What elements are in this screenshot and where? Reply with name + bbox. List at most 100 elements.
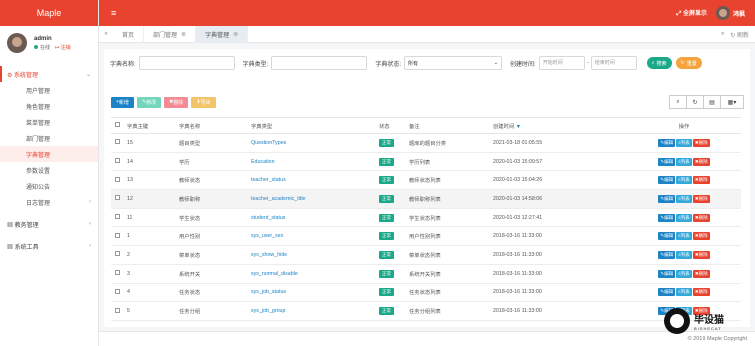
select-all-checkbox[interactable] bbox=[115, 122, 120, 127]
col-dict-id[interactable]: 字典主键 bbox=[127, 117, 179, 134]
cell-type-link[interactable]: QuestionTypes bbox=[251, 133, 379, 153]
cell-type-link[interactable]: sys_show_hide bbox=[251, 245, 379, 265]
row-checkbox[interactable] bbox=[115, 307, 120, 313]
cell-type-link[interactable]: sys_job_group bbox=[251, 301, 379, 321]
row-edit-button[interactable]: ✎编辑 bbox=[658, 213, 676, 222]
dict-type-input[interactable] bbox=[271, 56, 368, 70]
close-icon[interactable]: ⊗ bbox=[233, 31, 238, 38]
dict-status-select[interactable]: 所有 ⌄ bbox=[404, 56, 503, 70]
sidebar-item-users[interactable]: 用户管理 bbox=[0, 82, 98, 98]
cell-type-link[interactable]: student_status bbox=[251, 208, 379, 228]
row-edit-button[interactable]: ✎编辑 bbox=[658, 194, 676, 203]
row-delete-button[interactable]: ✖删除 bbox=[692, 269, 710, 278]
row-delete-button[interactable]: ✖删除 bbox=[692, 213, 710, 222]
fullscreen-button[interactable]: ⤢ 全屏显示 bbox=[677, 8, 707, 18]
table-row[interactable]: 11 学生状态 student_status 正常 学生状态列表 2020-01-03 1… bbox=[111, 208, 741, 228]
row-delete-button[interactable]: ✖删除 bbox=[692, 232, 710, 241]
row-list-button[interactable]: ≡列表 bbox=[676, 250, 692, 259]
end-time-input[interactable]: 结束时间 bbox=[590, 56, 637, 70]
sidebar-item-logs[interactable]: 日志管理 ‹ bbox=[0, 194, 98, 210]
row-checkbox[interactable] bbox=[115, 270, 120, 276]
table-row[interactable]: 4 任务状态 sys_job_status 正常 任务状态列表 2018-03-16 11… bbox=[111, 283, 741, 303]
cell-type-link[interactable]: teacher_status bbox=[251, 170, 379, 191]
row-checkbox[interactable] bbox=[115, 288, 120, 294]
row-edit-button[interactable]: ✎编辑 bbox=[658, 157, 676, 166]
double-chevron-left-icon[interactable]: « bbox=[99, 31, 113, 37]
table-row[interactable]: 1 用户性别 sys_user_sex 正常 用户性别列表 2018-03-16 11:3… bbox=[111, 226, 741, 247]
toggle-view-button[interactable]: ▤ bbox=[703, 95, 721, 109]
row-list-button[interactable]: ≡列表 bbox=[676, 176, 692, 185]
reset-button[interactable]: ↻ 重置 bbox=[675, 57, 702, 69]
row-checkbox[interactable] bbox=[115, 214, 120, 220]
row-edit-button[interactable]: ✎编辑 bbox=[658, 288, 676, 297]
search-toggle-button[interactable]: ⌕ bbox=[669, 95, 687, 109]
dict-name-input[interactable] bbox=[138, 56, 235, 70]
row-checkbox[interactable] bbox=[115, 251, 120, 257]
cell-type-link[interactable]: sys_user_sex bbox=[251, 226, 379, 247]
row-list-button[interactable]: ≡列表 bbox=[676, 232, 692, 241]
row-list-button[interactable]: ≡列表 bbox=[676, 213, 692, 222]
sidebar-group-academic[interactable]: ▦ 教务管理 ‹ bbox=[0, 216, 98, 232]
col-create-time[interactable]: 创建时间 ▼ bbox=[493, 117, 627, 134]
row-list-button[interactable]: ≡列表 bbox=[676, 288, 692, 297]
double-chevron-right-icon[interactable]: » bbox=[721, 31, 724, 37]
delete-button[interactable]: ✖ 删除 bbox=[164, 96, 189, 108]
refresh-button[interactable]: ↻ 刷新 bbox=[730, 30, 749, 39]
cell-type-link[interactable]: sys_normal_disable bbox=[251, 264, 379, 284]
table-row[interactable]: 12 教师职称 teacher_academic_title 正常 教师职称列表 2020… bbox=[111, 189, 741, 209]
row-list-button[interactable]: ≡列表 bbox=[676, 157, 692, 166]
cell-type-link[interactable]: Education bbox=[251, 152, 379, 172]
sidebar-item-departments[interactable]: 部门管理 bbox=[0, 130, 98, 146]
close-icon[interactable]: ⊗ bbox=[181, 31, 186, 38]
row-edit-button[interactable]: ✎编辑 bbox=[658, 269, 676, 278]
add-button[interactable]: + 新增 bbox=[111, 96, 134, 108]
table-row[interactable]: 2 菜单状态 sys_show_hide 正常 菜单状态列表 2018-03-16 11:… bbox=[111, 245, 741, 265]
row-delete-button[interactable]: ✖删除 bbox=[692, 176, 710, 185]
row-checkbox[interactable] bbox=[115, 158, 120, 164]
sidebar-item-roles[interactable]: 角色管理 bbox=[0, 98, 98, 114]
row-list-button[interactable]: ≡列表 bbox=[676, 269, 692, 278]
logout-link[interactable]: ↦ 注销 bbox=[55, 44, 71, 51]
sidebar-item-params[interactable]: 参数设置 bbox=[0, 162, 98, 178]
row-delete-button[interactable]: ✖删除 bbox=[692, 288, 710, 297]
tab-home[interactable]: 首页 bbox=[113, 25, 145, 43]
app-logo[interactable]: Maple bbox=[0, 0, 98, 26]
edit-button[interactable]: ✎ 修改 bbox=[136, 96, 162, 108]
row-edit-button[interactable]: ✎编辑 bbox=[658, 176, 676, 185]
table-row[interactable]: 13 教师状态 teacher_status 正常 教师状态列表 2020-01-03 1… bbox=[111, 170, 741, 191]
sidebar-group-system[interactable]: ⚙ 系统管理 ⌄ bbox=[0, 66, 98, 82]
row-checkbox[interactable] bbox=[115, 139, 120, 145]
row-delete-button[interactable]: ✖删除 bbox=[692, 194, 710, 203]
row-list-button[interactable]: ≡列表 bbox=[676, 194, 692, 203]
row-checkbox[interactable] bbox=[115, 176, 120, 182]
search-button[interactable]: ⌕ 搜索 bbox=[646, 57, 672, 69]
row-delete-button[interactable]: ✖删除 bbox=[692, 157, 710, 166]
refresh-table-button[interactable]: ↻ bbox=[686, 95, 704, 109]
columns-button[interactable]: ▦▾ bbox=[720, 95, 744, 109]
sidebar-item-dictionary[interactable]: 字典管理 bbox=[0, 146, 98, 162]
cell-type-link[interactable]: teacher_academic_title bbox=[251, 189, 379, 209]
sidebar-item-notices[interactable]: 通知公告 bbox=[0, 178, 98, 194]
user-menu[interactable]: 鸿枫 bbox=[715, 6, 745, 20]
tab-dictionary[interactable]: 字典管理 ⊗ bbox=[196, 25, 249, 43]
col-dict-type[interactable]: 字典类型 bbox=[251, 117, 379, 134]
table-row[interactable]: 5 任务分组 sys_job_group 正常 任务分组列表 2018-03-16 11:… bbox=[111, 301, 741, 321]
table-row[interactable]: 15 题目类型 QuestionTypes 正常 题库的题目分类 2021-03-18 0… bbox=[111, 133, 741, 153]
row-delete-button[interactable]: ✖删除 bbox=[692, 250, 710, 259]
export-button[interactable]: ⬇ 导出 bbox=[191, 96, 216, 108]
row-delete-button[interactable]: ✖删除 bbox=[692, 138, 710, 147]
tab-departments[interactable]: 部门管理 ⊗ bbox=[144, 25, 197, 43]
row-checkbox[interactable] bbox=[115, 232, 120, 238]
hamburger-icon[interactable]: ≡ bbox=[111, 8, 116, 18]
row-edit-button[interactable]: ✎编辑 bbox=[658, 138, 676, 147]
col-dict-name[interactable]: 字典名称 bbox=[179, 117, 251, 134]
col-remark[interactable]: 备注 bbox=[409, 117, 493, 134]
col-status[interactable]: 状态 bbox=[379, 117, 409, 134]
row-edit-button[interactable]: ✎编辑 bbox=[658, 232, 676, 241]
row-checkbox[interactable] bbox=[115, 195, 120, 201]
cell-type-link[interactable]: sys_job_status bbox=[251, 283, 379, 303]
row-edit-button[interactable]: ✎编辑 bbox=[658, 250, 676, 259]
sidebar-group-tools[interactable]: ▦ 系统工具 ‹ bbox=[0, 238, 98, 254]
table-row[interactable]: 14 学历 Education 正常 学历列表 2020-01-03 15:09:57 ✎编… bbox=[111, 152, 741, 172]
sidebar-item-menus[interactable]: 菜单管理 bbox=[0, 114, 98, 130]
